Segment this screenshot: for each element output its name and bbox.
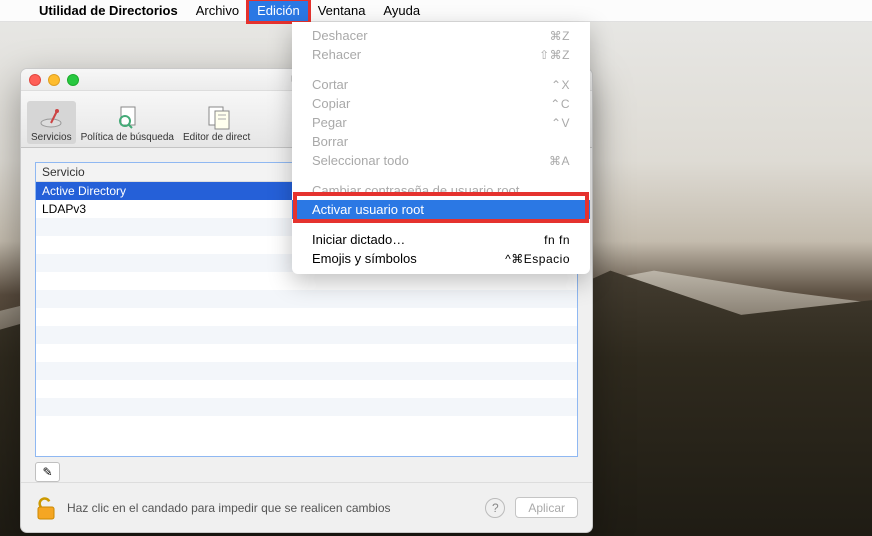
list-item (36, 344, 577, 362)
close-icon[interactable] (29, 74, 41, 86)
lock-hint-text: Haz clic en el candado para impedir que … (67, 501, 391, 515)
menu-separator (292, 69, 590, 70)
menu-rehacer: Rehacer⇧⌘Z (292, 45, 590, 64)
menu-borrar: Borrar (292, 132, 590, 151)
list-item (36, 308, 577, 326)
list-item (36, 272, 577, 290)
pencil-icon: ✎ (42, 465, 52, 479)
list-item (36, 398, 577, 416)
menu-separator (292, 175, 590, 176)
toolbar-editor-directorios[interactable]: Editor de direct (179, 101, 254, 144)
toolbar-servicios[interactable]: Servicios (27, 101, 76, 144)
edit-doc-icon (203, 103, 231, 131)
satellite-icon (37, 103, 65, 131)
toolbar-politica-busqueda[interactable]: Política de búsqueda (77, 101, 178, 144)
unlock-icon[interactable] (35, 495, 57, 521)
menu-archivo[interactable]: Archivo (187, 0, 248, 22)
list-item (36, 290, 577, 308)
menu-iniciar-dictado[interactable]: Iniciar dictado…fn fn (292, 230, 590, 249)
menu-deshacer: Deshacer⌘Z (292, 26, 590, 45)
list-item (36, 362, 577, 380)
list-item (36, 416, 577, 434)
list-item (36, 326, 577, 344)
window-footer: Haz clic en el candado para impedir que … (21, 482, 592, 532)
help-button[interactable]: ? (485, 498, 505, 518)
apply-button[interactable]: Aplicar (515, 497, 578, 518)
edit-button[interactable]: ✎ (35, 462, 60, 482)
fullscreen-icon[interactable] (67, 74, 79, 86)
help-icon: ? (492, 501, 499, 515)
system-menubar: Utilidad de Directorios Archivo Edición … (0, 0, 872, 22)
menu-cambiar-contrasena-root: Cambiar contraseña de usuario root… (292, 181, 590, 200)
menu-seleccionar-todo: Seleccionar todo⌘A (292, 151, 590, 170)
menu-ventana[interactable]: Ventana (309, 0, 375, 22)
menu-copiar: Copiar⌃C (292, 94, 590, 113)
minimize-icon[interactable] (48, 74, 60, 86)
menu-ayuda[interactable]: Ayuda (374, 0, 429, 22)
menu-emojis-simbolos[interactable]: Emojis y símbolos^⌘Espacio (292, 249, 590, 268)
menu-edicion[interactable]: Edición (248, 0, 309, 22)
menu-separator (292, 224, 590, 225)
traffic-lights (29, 74, 79, 86)
magnify-doc-icon (113, 103, 141, 131)
menu-activar-usuario-root[interactable]: Activar usuario root (292, 200, 590, 219)
edicion-dropdown: Deshacer⌘Z Rehacer⇧⌘Z Cortar⌃X Copiar⌃C … (292, 22, 590, 274)
menu-pegar: Pegar⌃V (292, 113, 590, 132)
menu-cortar: Cortar⌃X (292, 75, 590, 94)
app-menu[interactable]: Utilidad de Directorios (30, 0, 187, 22)
list-item (36, 380, 577, 398)
